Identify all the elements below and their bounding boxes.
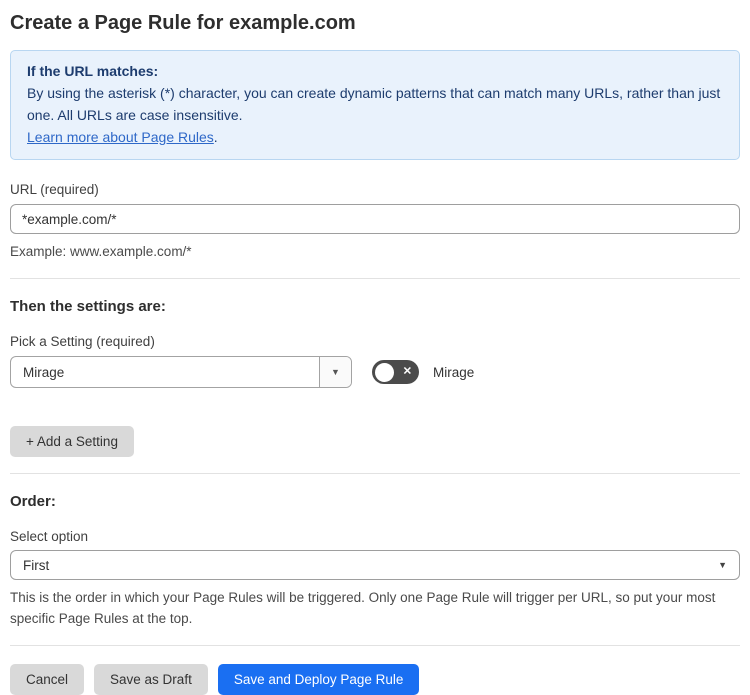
- setting-row: Mirage ▼ ✕ Mirage: [10, 356, 740, 388]
- page-rule-form: Create a Page Rule for example.com If th…: [0, 0, 750, 695]
- caret-down-icon: ▼: [331, 367, 340, 377]
- learn-more-link[interactable]: Learn more about Page Rules: [27, 129, 214, 145]
- order-select[interactable]: First ▼: [10, 550, 740, 580]
- url-example-helper: Example: www.example.com/*: [10, 244, 192, 259]
- info-box-link-line: Learn more about Page Rules.: [27, 126, 723, 148]
- add-setting-button[interactable]: + Add a Setting: [10, 426, 134, 457]
- page-title: Create a Page Rule for example.com: [10, 12, 356, 34]
- footer-actions: Cancel Save as Draft Save and Deploy Pag…: [10, 664, 740, 695]
- order-select-value: First: [23, 557, 50, 573]
- order-section-heading: Order:: [10, 493, 56, 510]
- divider: [10, 278, 740, 279]
- order-helper-text: This is the order in which your Page Rul…: [10, 590, 716, 626]
- url-match-info-box: If the URL matches: By using the asteris…: [10, 50, 740, 160]
- link-suffix: .: [213, 129, 218, 145]
- url-field-label: URL (required): [10, 182, 99, 197]
- setting-select[interactable]: Mirage ▼: [10, 356, 352, 388]
- cancel-button[interactable]: Cancel: [10, 664, 85, 695]
- info-box-heading: If the URL matches:: [27, 63, 159, 79]
- save-and-deploy-button[interactable]: Save and Deploy Page Rule: [217, 664, 420, 695]
- divider: [10, 645, 740, 646]
- divider: [10, 473, 740, 474]
- order-select-label: Select option: [10, 529, 89, 544]
- setting-select-value: Mirage: [23, 364, 65, 380]
- mirage-toggle[interactable]: ✕: [372, 360, 419, 384]
- url-input[interactable]: [10, 204, 740, 234]
- caret-down-icon: ▼: [718, 560, 727, 570]
- settings-section-heading: Then the settings are:: [10, 298, 166, 315]
- toggle-label: Mirage: [433, 364, 475, 380]
- save-as-draft-button[interactable]: Save as Draft: [94, 664, 208, 695]
- toggle-off-x-icon: ✕: [402, 365, 412, 378]
- setting-picker-label: Pick a Setting (required): [10, 334, 155, 349]
- info-box-body: By using the asterisk (*) character, you…: [27, 85, 721, 123]
- setting-select-arrow-button[interactable]: ▼: [319, 357, 351, 387]
- toggle-knob: [375, 362, 394, 382]
